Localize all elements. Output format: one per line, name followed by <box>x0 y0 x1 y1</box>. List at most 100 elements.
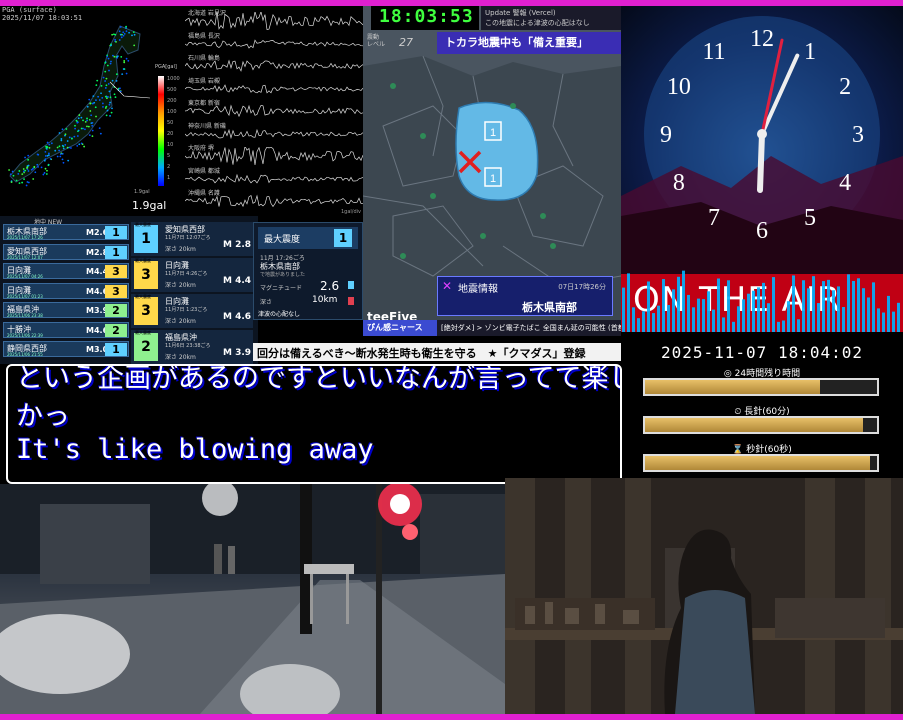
quake-card-date: 11月7日 12:07ごろ <box>165 235 211 241</box>
info-place: 栃木県南部 <box>522 301 577 314</box>
quake-card-magnitude: M 2.8 <box>223 240 252 250</box>
time-progress-panel: 2025-11-07 18:04:02 ◎ 24時間残り時間 ⏲ 長針(60分) ⌛… <box>621 336 903 480</box>
quake-card-label: 最大震度 <box>135 294 151 299</box>
quake-date: 2025/11/06 21:55 <box>7 352 43 357</box>
pga-tick: 100 <box>167 109 177 115</box>
quake-date: 2025/11/07 01:23 <box>7 293 43 299</box>
pga-tick: 10 <box>167 142 174 148</box>
quake-card-date: 11月7日 1:23ごろ <box>165 307 208 313</box>
quake-intensity-badge: 3 <box>105 265 127 278</box>
quake-card-date: 11月6日 23:38ごろ <box>165 343 211 349</box>
waveform-scale: 1gal/div <box>340 209 361 215</box>
room-scene <box>505 478 903 714</box>
epicenter-icon: ✕ <box>442 279 453 293</box>
equalizer-bar <box>802 280 805 332</box>
seismic-map-panel: PGA (surface) 2025/11/07 18:03:51 PGA[ga… <box>0 6 185 216</box>
quake-card-magnitude: M 3.9 <box>223 348 252 358</box>
quake-card-label: 最大震度 <box>135 258 151 263</box>
equalizer-bar <box>877 308 880 332</box>
equalizer-bar <box>857 278 860 332</box>
caption-line-2: かっ <box>16 401 70 432</box>
pga-tick: 1000 <box>167 76 180 82</box>
quake-intensity-badge: 2 <box>105 304 127 317</box>
max-intensity-title: 最大震度 <box>264 235 301 245</box>
analog-clock-panel: 12 1 2 3 4 5 6 7 8 9 10 11 ON THE AIR <box>621 6 903 332</box>
quake-list-item[interactable]: 愛知県西部 2025/11/07 12:07 M2.8 1 <box>3 243 129 260</box>
room-camera-feed <box>505 478 903 714</box>
clock-numeral: 2 <box>839 74 851 100</box>
level-value: 27 <box>399 36 413 49</box>
quake-date: 2025/11/07 17:26 <box>7 235 43 240</box>
quake-list-item[interactable]: 栃木県南部 2025/11/07 17:26 M2.6 1 <box>3 224 129 240</box>
equalizer-bar <box>717 278 720 332</box>
equalizer-bar <box>677 276 680 332</box>
alert-line-2: この地震による津波の心配はなし <box>485 19 590 27</box>
equalizer-bar <box>777 321 780 332</box>
alert-line-1: Update 警報 (Vercel) <box>485 9 556 17</box>
progress-fill <box>645 456 871 470</box>
equalizer-bar <box>697 298 700 332</box>
svg-text:1: 1 <box>490 127 496 139</box>
equalizer-bar <box>642 311 645 332</box>
equalizer-bar <box>632 307 635 332</box>
quake-list-item[interactable]: 十勝沖 2025/11/06 22:39 M4.6 2 <box>3 321 129 338</box>
pga-tick: 2 <box>167 164 171 170</box>
quake-card-label: 最大震度 <box>135 222 151 227</box>
clock-numeral: 10 <box>667 74 691 100</box>
equalizer-bar <box>687 294 690 332</box>
quake-date: 2025/11/07 04:26 <box>7 274 43 279</box>
quake-card[interactable]: 2 最大震度 福島県沖 11月6日 23:38ごろ 深さ 20km M 3.9 <box>131 330 253 364</box>
quake-list-item[interactable]: 日向灘 2025/11/07 01:23 M4.6 3 <box>3 282 129 299</box>
clock-numeral: 8 <box>673 170 685 196</box>
waveform-trace <box>185 194 363 208</box>
quake-card-depth: 深さ 20km <box>165 354 196 361</box>
pga-tick: 200 <box>167 98 177 104</box>
quake-card[interactable]: 3 最大震度 日向灘 11月7日 1:23ごろ 深さ 20km M 4.6 <box>131 294 253 328</box>
quake-list-item[interactable]: 日向灘 2025/11/07 04:26 M4.4 3 <box>3 263 129 279</box>
quake-date: 2025/11/06 23:38 <box>7 313 43 318</box>
equalizer-bar <box>897 302 900 332</box>
equalizer-bar <box>692 307 695 332</box>
equalizer-bar <box>647 281 650 332</box>
ticker-text: 回分は備えるべき～断水発生時も衛生を守る ★「クマダス」登録 <box>257 347 586 360</box>
news-bar: ぴん感ニャース [絶対ダメ] > ゾンビ電子たばこ 全国まん延の可能性 (首都圏… <box>363 320 621 336</box>
equalizer-bar <box>842 307 845 332</box>
waveform-row: 大阪府 堺 <box>185 143 363 165</box>
equalizer-bar <box>767 303 770 332</box>
caption-line-3: It's like blowing away <box>16 434 374 465</box>
equalizer-bar <box>727 280 730 332</box>
pga-tick: 20 <box>167 131 174 137</box>
alert-box: Update 警報 (Vercel) この地震による津波の心配はなし <box>481 6 621 30</box>
clock-numeral: 3 <box>852 122 864 148</box>
equalizer-bar <box>762 282 765 332</box>
quake-intensity-badge: 1 <box>105 245 127 259</box>
magnitude-label: マグニチュード <box>260 285 303 292</box>
waveform-row: 沖縄県 名護 <box>185 188 363 208</box>
equalizer-bar <box>622 287 625 332</box>
progress-bar <box>643 454 879 472</box>
quake-list-panel: 地中 NEW 栃木県南部 2025/11/07 17:26 M2.6 1 愛知県西部 20… <box>0 216 258 364</box>
quake-list-item[interactable]: 静岡県西部 2025/11/06 21:55 M3.0 1 <box>3 341 129 357</box>
clock-numeral: 4 <box>839 170 851 196</box>
quake-card[interactable]: 3 最大震度 日向灘 11月7日 4:26ごろ 深さ 20km M 4.4 <box>131 258 253 292</box>
equalizer-bar <box>662 279 665 332</box>
quake-card-depth: 深さ 20km <box>165 246 196 253</box>
digital-clock: 18:03:53 <box>371 6 479 30</box>
equalizer-bar <box>782 320 785 332</box>
quake-card[interactable]: 1 最大震度 愛知県西部 11月7日 12:07ごろ 深さ 20km M 2.8 <box>131 222 253 256</box>
waveform-row: 神奈川県 新磯 <box>185 121 363 141</box>
news-tag: ぴん感ニャース <box>363 320 437 336</box>
headline-banner: トカラ地震中も「備え重要」 <box>437 32 621 54</box>
depth-value: 10km <box>312 295 338 305</box>
quake-sub: で地震がありました <box>260 272 306 278</box>
equalizer-bar <box>682 270 685 332</box>
quake-list-item[interactable]: 福島県沖 2025/11/06 23:38 M3.9 2 <box>3 302 129 318</box>
waveform-row: 北海道 岩見沢 <box>185 8 363 30</box>
clock-numeral: 7 <box>708 205 720 231</box>
equalizer-bar <box>792 275 795 332</box>
waveform-panel: 北海道 岩見沢 福島県 長沢 石川県 輪島 埼玉県 岩槻 東京都 新宿 神奈川県 新磯 大阪… <box>185 6 363 216</box>
pga-scale-title: PGA[gal] <box>155 64 177 70</box>
quake-card-intensity: 3 <box>134 261 158 289</box>
waveform-row: 石川県 輪島 <box>185 53 363 73</box>
quake-card-intensity: 2 <box>134 333 158 361</box>
